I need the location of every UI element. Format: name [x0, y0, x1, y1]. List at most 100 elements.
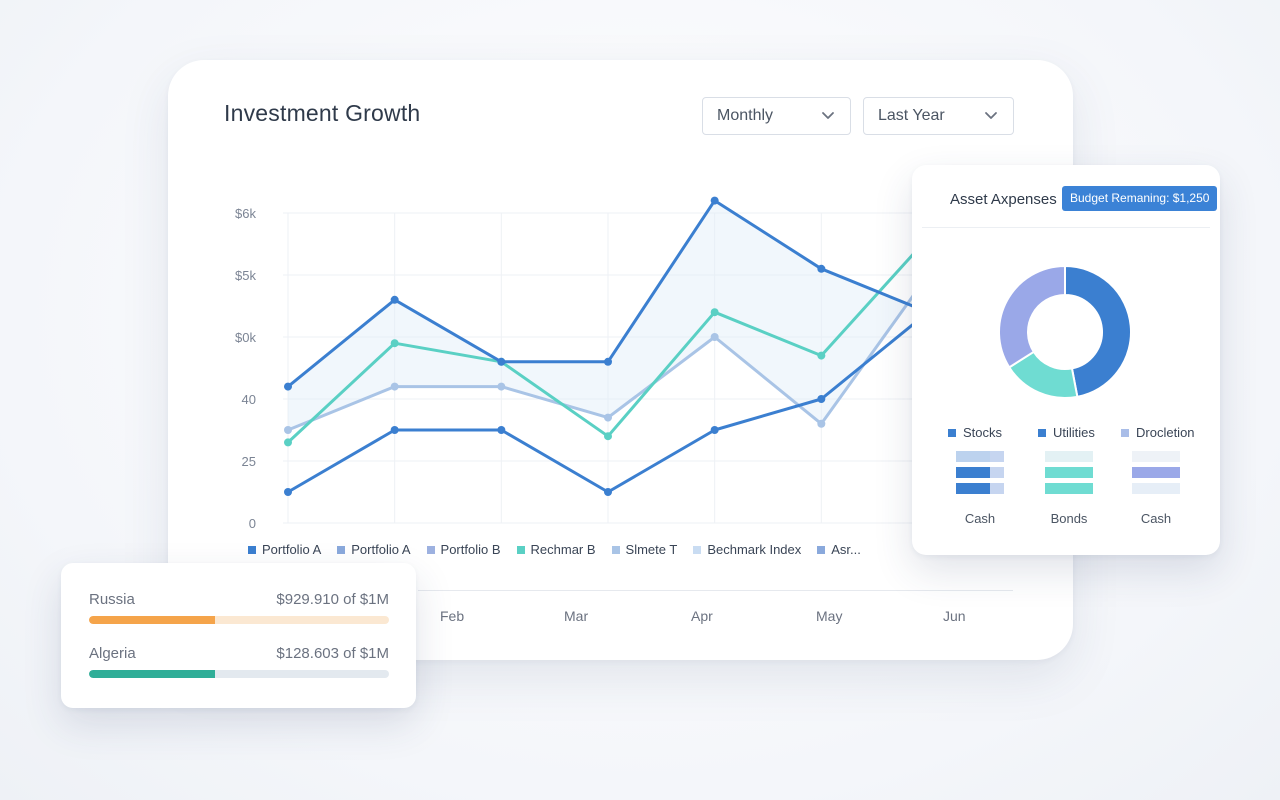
region-name: Algeria [89, 645, 136, 662]
donut-slice [1064, 264, 1132, 399]
series-point [390, 426, 399, 434]
month-label: Jun [943, 608, 966, 624]
region-value: $929.910 of $1M [276, 591, 389, 608]
legend-item: Asr... [817, 542, 861, 557]
legend-label: Portfolio A [351, 542, 411, 557]
asset-bar-label: Cash [1140, 511, 1172, 526]
legend-item: Rechmar B [516, 542, 596, 557]
y-tick-label: 25 [242, 454, 256, 469]
asset-legend-label: Utilities [1053, 425, 1095, 440]
series-point [497, 426, 506, 434]
asset-bar-fill [1045, 483, 1093, 494]
asset-bar-fill [1132, 483, 1180, 494]
legend-label: Portfolio B [440, 542, 501, 557]
month-label: Mar [564, 608, 589, 624]
y-tick-label: 40 [242, 392, 256, 407]
legend-label: Rechmar B [530, 542, 596, 557]
legend-item: Portfolio A [337, 542, 411, 557]
asset-divider [922, 227, 1210, 228]
asset-bar [1045, 467, 1093, 478]
asset-bar-fill [956, 483, 990, 494]
legend-item: Portfolio B [426, 542, 501, 557]
y-tick-label: $5k [235, 268, 256, 283]
series-point [390, 339, 399, 348]
asset-bar-cap [990, 467, 1004, 478]
month-label: May [816, 608, 843, 624]
series-point [817, 264, 826, 273]
region-name: Russia [89, 591, 135, 608]
asset-legend-item: Stocks [948, 425, 1002, 440]
y-tick-label: $0k [235, 330, 256, 345]
series-point [604, 488, 612, 496]
month-divider [418, 590, 1013, 591]
series-point [284, 426, 292, 434]
series-point [710, 426, 719, 434]
asset-bar-fill [956, 451, 990, 462]
series-point [604, 413, 612, 422]
legend-label: Asr... [831, 542, 861, 557]
legend-swatch [337, 545, 346, 554]
asset-bar [1132, 467, 1180, 478]
legend-swatch [516, 545, 525, 554]
series-point [604, 357, 612, 366]
region-value: $128.603 of $1M [276, 645, 389, 662]
series-point [710, 333, 719, 341]
asset-bar-cap [990, 451, 1004, 462]
donut-slice [998, 264, 1066, 369]
legend-label: Portfolio A [262, 542, 322, 557]
series-point [710, 308, 719, 317]
asset-bar-fill [1045, 451, 1093, 462]
legend-swatch [693, 545, 702, 554]
asset-bar-fill [1132, 451, 1180, 462]
asset-bar-label: Cash [964, 511, 996, 526]
asset-bar-cap [990, 483, 1004, 494]
legend-swatch [426, 545, 435, 554]
asset-bar-fill [956, 467, 990, 478]
asset-bar-group [1132, 451, 1180, 499]
asset-bar [1132, 451, 1180, 462]
asset-legend-swatch [1038, 428, 1046, 437]
asset-bar [956, 451, 1004, 462]
series-point [390, 295, 399, 304]
series-point [604, 432, 612, 441]
asset-legend-swatch [948, 428, 956, 437]
y-tick-label: 0 [249, 516, 256, 531]
legend-swatch [817, 545, 826, 554]
region-progress-track [89, 616, 389, 624]
series-point [497, 382, 506, 391]
asset-legend-label: Stocks [963, 425, 1003, 440]
asset-donut-chart [998, 264, 1132, 399]
series-point [390, 382, 399, 391]
legend-item: Portfolio A [248, 542, 321, 557]
legend-label: Bechmark Index [707, 542, 802, 557]
series-point [497, 357, 506, 366]
region-progress-track [89, 670, 389, 678]
asset-bar-fill [1132, 467, 1180, 478]
region-progress-card: Russia $929.910 of $1M Algeria $128.603 of … [61, 563, 416, 708]
y-tick-label: $6k [235, 206, 256, 221]
legend-swatch [248, 545, 256, 554]
asset-expenses-card: Asset Axpenses Budget Remaning: $1,250 S… [912, 165, 1220, 555]
series-point [817, 395, 826, 403]
asset-bar [1132, 483, 1180, 494]
series-point [284, 488, 292, 496]
chart-legend: Portfolio A Portfolio A Portfolio B Rechmar… [248, 542, 877, 557]
asset-bar [956, 467, 1004, 478]
series-point [284, 382, 292, 391]
asset-bar-group [956, 451, 1004, 499]
asset-card-title: Asset Axpenses [950, 191, 1057, 208]
asset-bar [1045, 451, 1093, 462]
asset-bar-label: Bonds [1050, 511, 1088, 526]
asset-bar [1045, 483, 1093, 494]
asset-bar [956, 483, 1004, 494]
asset-bar-group [1045, 451, 1093, 499]
legend-item: Slmete T [611, 542, 677, 557]
asset-legend-swatch [1121, 428, 1129, 437]
asset-legend-item: Drocletion [1121, 425, 1195, 440]
series-point [284, 438, 292, 447]
legend-swatch [611, 545, 620, 554]
series-point [817, 351, 826, 360]
asset-bar-fill [1045, 467, 1093, 478]
region-progress-fill [89, 616, 215, 624]
asset-legend-item: Utilities [1038, 425, 1095, 440]
